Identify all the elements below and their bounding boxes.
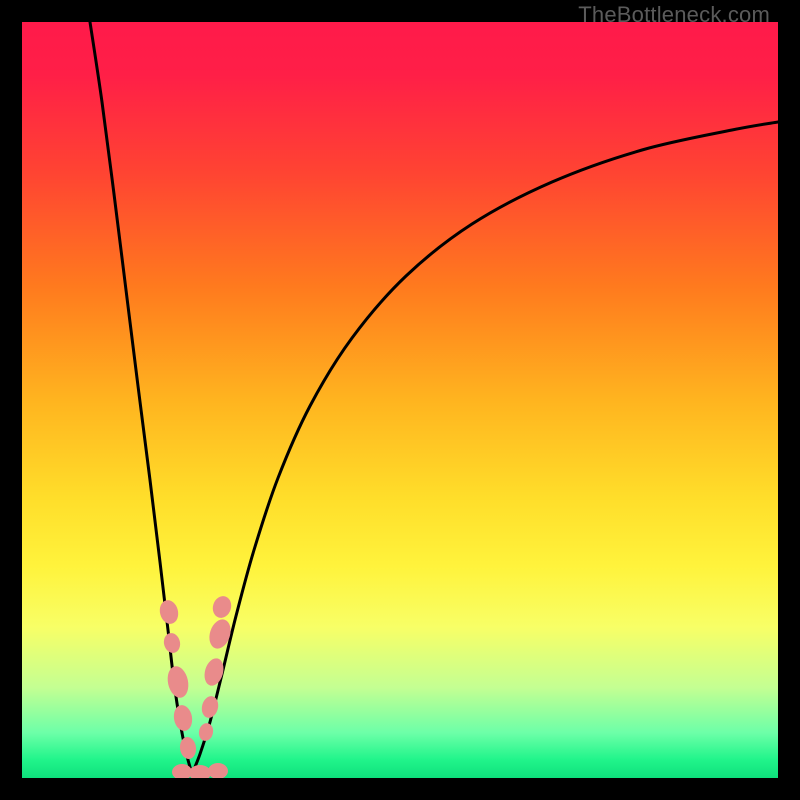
plot-area bbox=[22, 22, 778, 778]
gradient-background bbox=[22, 22, 778, 778]
outer-black-frame: TheBottleneck.com bbox=[0, 0, 800, 800]
watermark-text: TheBottleneck.com bbox=[578, 2, 770, 28]
plot-svg bbox=[22, 22, 778, 778]
